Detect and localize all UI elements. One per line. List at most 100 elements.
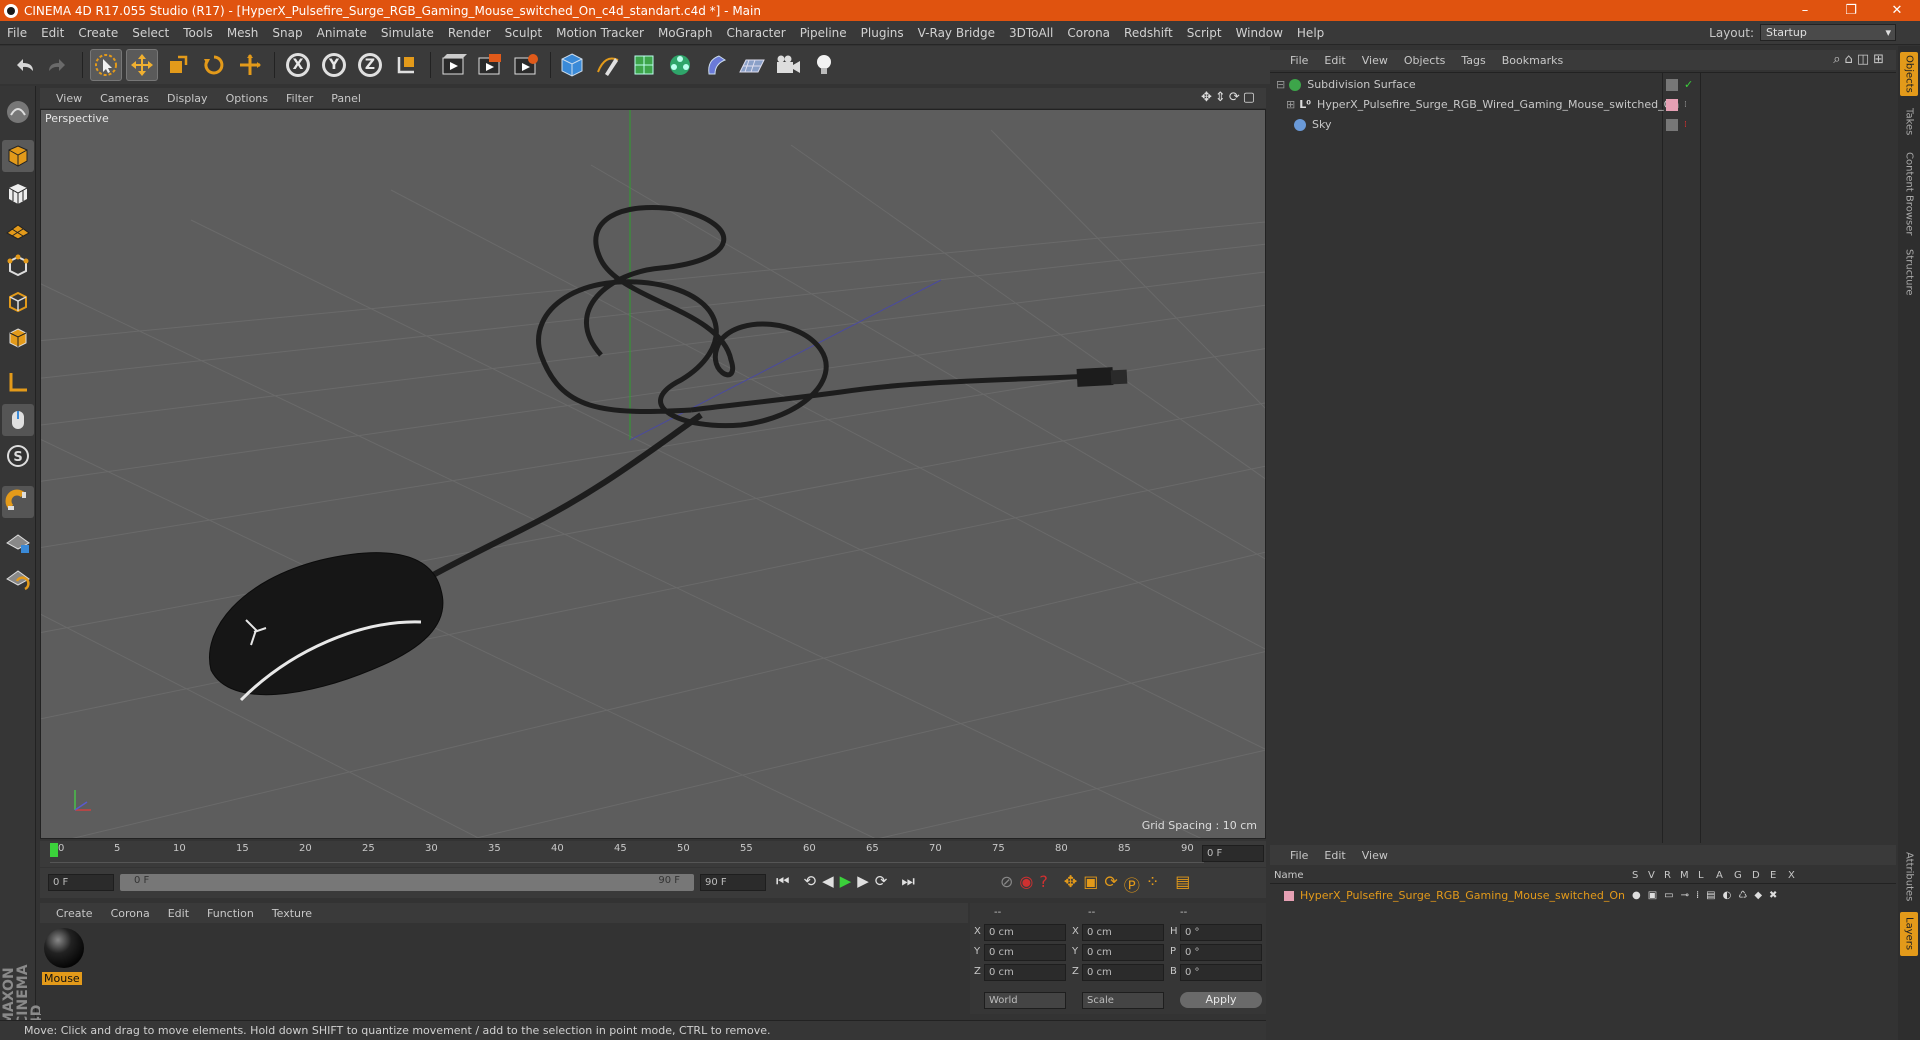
viewport-menu-filter[interactable]: Filter	[277, 92, 322, 105]
playhead-marker[interactable]	[50, 843, 58, 857]
goto-end-icon[interactable]: ⏭	[901, 872, 915, 890]
coord-size-x-field[interactable]: 0 cm	[1082, 924, 1164, 941]
play-icon[interactable]: ▶	[840, 872, 852, 890]
tab-objects[interactable]: Objects	[1900, 52, 1918, 96]
menu-help[interactable]: Help	[1290, 26, 1331, 40]
object-row-subdivision[interactable]: ⊟ Subdivision Surface ✓	[1270, 75, 1896, 94]
collapse-toggle-icon[interactable]: ⊟	[1276, 78, 1285, 91]
om-menu-view[interactable]: View	[1354, 54, 1396, 67]
menu-tools[interactable]: Tools	[176, 26, 220, 40]
layer-flag-icons[interactable]: ●▣▭⊸⁞▤◐♺◆✖	[1632, 890, 1784, 901]
perspective-viewport[interactable]: Perspective Grid Spacing : 10 cm	[40, 109, 1266, 839]
cloner-icon[interactable]	[664, 49, 696, 81]
om-menu-file[interactable]: File	[1270, 54, 1316, 67]
points-mode-icon[interactable]	[2, 250, 34, 282]
render-to-picture-viewer-icon[interactable]	[474, 49, 506, 81]
previous-frame-icon[interactable]: ◀	[822, 872, 834, 890]
previous-key-icon[interactable]: ⟲	[804, 872, 817, 890]
scale-tool-icon[interactable]	[162, 49, 194, 81]
transform-tool-icon[interactable]	[234, 49, 266, 81]
snap-magnet-icon[interactable]	[2, 486, 34, 518]
menu-file[interactable]: File	[0, 26, 34, 40]
col-expressions[interactable]: E	[1770, 870, 1776, 881]
y-axis-lock-button[interactable]: Y	[318, 49, 350, 81]
layer-color-swatch[interactable]	[1284, 890, 1294, 901]
edges-mode-icon[interactable]	[2, 286, 34, 318]
enable-axis-icon[interactable]	[2, 366, 34, 398]
apply-button[interactable]: Apply	[1180, 992, 1262, 1008]
material-menu-texture[interactable]: Texture	[263, 907, 321, 920]
restore-button[interactable]: ❐	[1828, 0, 1874, 21]
render-settings-icon[interactable]	[510, 49, 542, 81]
material-menu-corona[interactable]: Corona	[102, 907, 159, 920]
coord-pos-z-field[interactable]: 0 cm	[984, 964, 1066, 981]
menu-simulate[interactable]: Simulate	[374, 26, 441, 40]
polygons-mode-icon[interactable]	[2, 322, 34, 354]
col-generators[interactable]: G	[1734, 870, 1742, 881]
viewport-menu-options[interactable]: Options	[217, 92, 277, 105]
minimize-button[interactable]: –	[1782, 0, 1828, 21]
tab-structure[interactable]: Structure	[1900, 244, 1918, 300]
tab-layers[interactable]: Layers	[1900, 912, 1918, 956]
col-view[interactable]: V	[1648, 870, 1655, 881]
move-tool-icon[interactable]	[126, 49, 158, 81]
viewport-menu-display[interactable]: Display	[158, 92, 217, 105]
col-locked[interactable]: L	[1698, 870, 1704, 881]
start-frame-field[interactable]: 0 F	[48, 874, 114, 891]
coord-rot-p-field[interactable]: 0 °	[1180, 944, 1262, 961]
om-menu-edit[interactable]: Edit	[1316, 54, 1353, 67]
menu-character[interactable]: Character	[719, 26, 792, 40]
next-key-icon[interactable]: ⟳	[875, 872, 888, 890]
texture-mode-icon[interactable]	[2, 178, 34, 210]
live-selection-icon[interactable]	[90, 49, 122, 81]
menu-corona[interactable]: Corona	[1060, 26, 1117, 40]
redo-icon[interactable]	[42, 49, 74, 81]
frame-range-slider[interactable]: 0 F 90 F	[120, 874, 694, 891]
end-frame-field[interactable]: 90 F	[700, 874, 766, 891]
menu-plugins[interactable]: Plugins	[854, 26, 911, 40]
coordinate-system-icon[interactable]	[390, 49, 422, 81]
workplane-lock-icon[interactable]	[2, 526, 34, 558]
om-search-home-icons[interactable]: ⌕⌂◫⊞	[1833, 52, 1888, 67]
coord-system-dropdown[interactable]: World	[984, 992, 1066, 1009]
om-menu-objects[interactable]: Objects	[1396, 54, 1454, 67]
planar-workplane-icon[interactable]	[2, 564, 34, 596]
object-name[interactable]: Sky	[1312, 118, 1331, 131]
menu-animate[interactable]: Animate	[310, 26, 374, 40]
menu-vray-bridge[interactable]: V-Ray Bridge	[911, 26, 1002, 40]
menu-motion-tracker[interactable]: Motion Tracker	[549, 26, 651, 40]
object-row-mouse[interactable]: ⊞ L⁰ HyperX_Pulsefire_Surge_RGB_Wired_Ga…	[1270, 95, 1896, 114]
layout-dropdown[interactable]: Startup	[1760, 24, 1896, 41]
workplane-mode-icon[interactable]	[2, 214, 34, 246]
col-xref[interactable]: X	[1788, 870, 1795, 881]
material-menu-function[interactable]: Function	[198, 907, 263, 920]
rotate-tool-icon[interactable]	[198, 49, 230, 81]
menu-pipeline[interactable]: Pipeline	[793, 26, 854, 40]
lm-menu-view[interactable]: View	[1354, 849, 1396, 862]
lm-menu-edit[interactable]: Edit	[1316, 849, 1353, 862]
layer-row[interactable]: HyperX_Pulsefire_Surge_RGB_Gaming_Mouse_…	[1270, 886, 1896, 905]
object-row-sky[interactable]: Sky ⁞	[1270, 115, 1896, 134]
goto-start-icon[interactable]: ⏮	[776, 872, 790, 890]
coord-mode-dropdown[interactable]: Scale	[1082, 992, 1164, 1009]
key-position-icon[interactable]: ✥	[1064, 872, 1077, 896]
col-manager[interactable]: M	[1680, 870, 1689, 881]
tab-attributes[interactable]: Attributes	[1900, 846, 1918, 908]
coord-size-y-field[interactable]: 0 cm	[1082, 944, 1164, 961]
object-name[interactable]: Subdivision Surface	[1307, 78, 1415, 91]
timeline-window-icon[interactable]: ▤	[1175, 872, 1190, 896]
editor-visibility-icon[interactable]	[1666, 118, 1678, 131]
col-deformers[interactable]: D	[1752, 870, 1760, 881]
light-icon[interactable]	[808, 49, 840, 81]
coord-rot-b-field[interactable]: 0 °	[1180, 964, 1262, 981]
col-name[interactable]: Name	[1274, 870, 1304, 881]
viewport-menu-cameras[interactable]: Cameras	[91, 92, 158, 105]
key-scale-icon[interactable]: ▣	[1083, 872, 1098, 896]
visibility-dots-icon[interactable]: ⁞	[1684, 100, 1687, 110]
solo-mode-icon[interactable]: S	[2, 440, 34, 472]
cube-primitive-icon[interactable]	[556, 49, 588, 81]
col-solo[interactable]: S	[1632, 870, 1638, 881]
coord-size-z-field[interactable]: 0 cm	[1082, 964, 1164, 981]
material-swatch-mouse[interactable]: Mouse	[42, 928, 86, 988]
viewport-menu-view[interactable]: View	[40, 92, 91, 105]
